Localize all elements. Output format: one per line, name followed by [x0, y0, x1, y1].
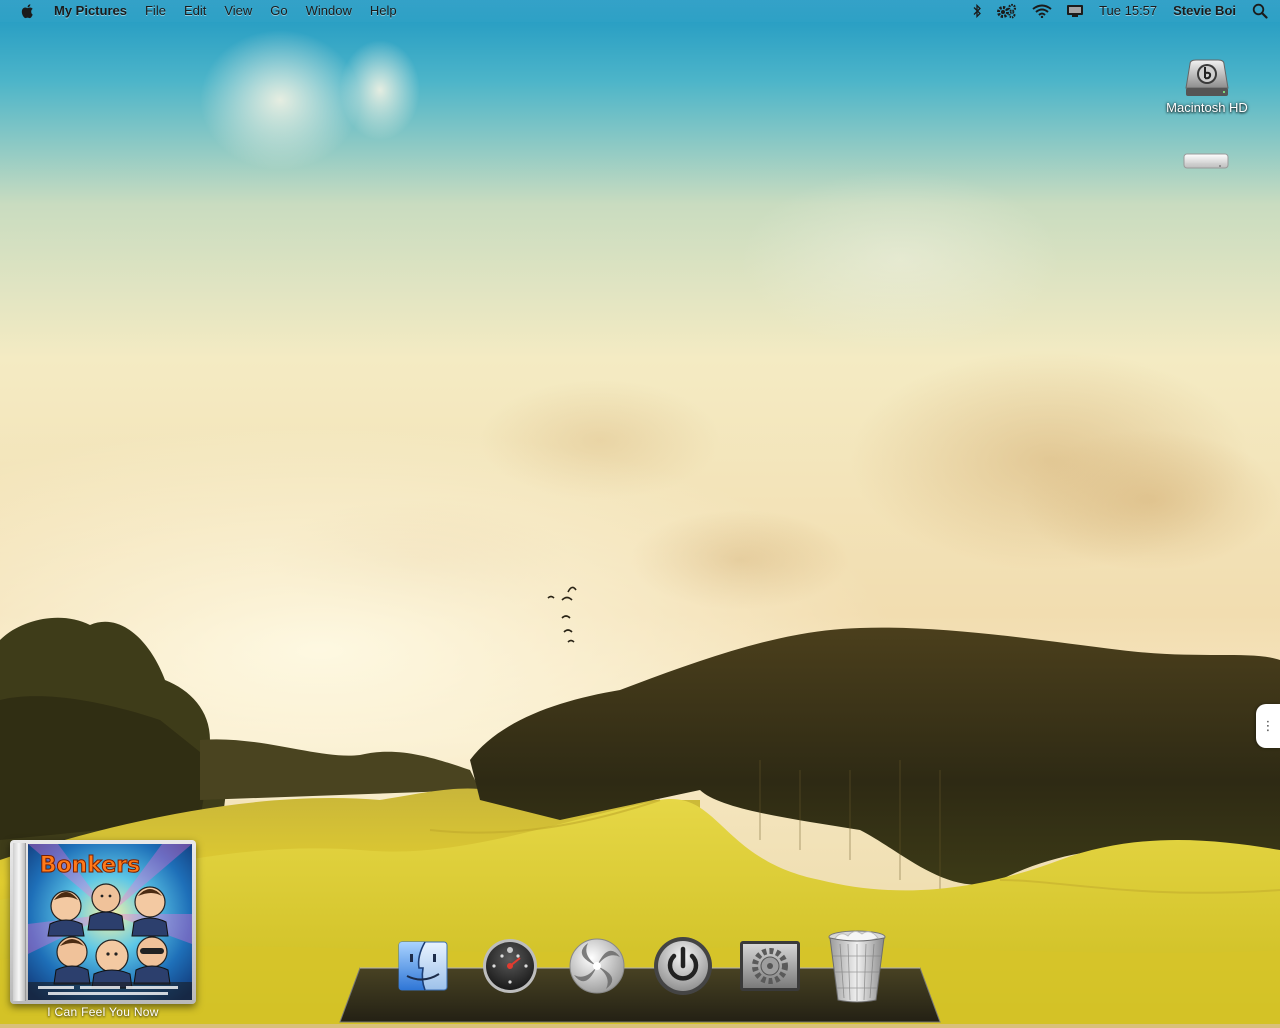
system-preferences-icon: [740, 941, 801, 991]
apple-logo-icon[interactable]: [18, 0, 38, 22]
gear-icon[interactable]: [989, 0, 1025, 22]
mac-mini-icon: [1182, 150, 1230, 172]
power-icon: [654, 937, 713, 995]
album-art-title: Bonkers: [40, 853, 140, 878]
dock-item-spiral-app[interactable]: [564, 934, 630, 998]
wifi-icon[interactable]: [1025, 0, 1059, 22]
menu-edit[interactable]: Edit: [175, 0, 215, 22]
dock: [390, 930, 890, 1003]
menu-bar: My Pictures File Edit View Go Window Hel…: [0, 0, 1280, 22]
menu-help[interactable]: Help: [361, 0, 406, 22]
dock-item-finder[interactable]: [390, 934, 456, 998]
menu-file[interactable]: File: [136, 0, 175, 22]
hard-drive-icon: [1184, 58, 1230, 98]
finder-icon: [398, 941, 448, 991]
side-drawer-handle[interactable]: ⋮: [1256, 704, 1280, 748]
desktop-icon-label: Macintosh HD: [1166, 100, 1248, 115]
menu-window[interactable]: Window: [297, 0, 361, 22]
now-playing-track-title: I Can Feel You Now: [47, 1005, 159, 1019]
spotlight-search-icon[interactable]: [1244, 0, 1280, 22]
dashboard-icon: [482, 939, 537, 993]
dock-item-system-preferences[interactable]: [737, 934, 803, 998]
display-icon[interactable]: [1059, 0, 1091, 22]
menu-go[interactable]: Go: [261, 0, 296, 22]
menubar-clock[interactable]: Tue 15:57: [1091, 0, 1165, 22]
desktop-icon-macintosh-hd[interactable]: Macintosh HD: [1154, 58, 1260, 115]
desktop-icon-mac-mini[interactable]: [1178, 150, 1234, 174]
now-playing-widget[interactable]: Bonkers: [10, 840, 196, 1004]
menu-app-name[interactable]: My Pictures: [50, 0, 136, 22]
menu-view[interactable]: View: [215, 0, 261, 22]
more-options-icon: ⋮: [1261, 718, 1275, 734]
cd-case-spine: [13, 843, 26, 1001]
album-cover-art: Bonkers: [28, 844, 192, 1000]
trash-icon: [828, 930, 886, 1003]
menubar-user[interactable]: Stevie Boi: [1165, 0, 1244, 22]
dock-item-power[interactable]: [650, 934, 716, 998]
dock-item-dashboard[interactable]: [477, 934, 543, 998]
bluetooth-icon[interactable]: [965, 0, 989, 22]
spiral-icon: [569, 938, 625, 994]
dock-item-trash[interactable]: [824, 930, 890, 1003]
